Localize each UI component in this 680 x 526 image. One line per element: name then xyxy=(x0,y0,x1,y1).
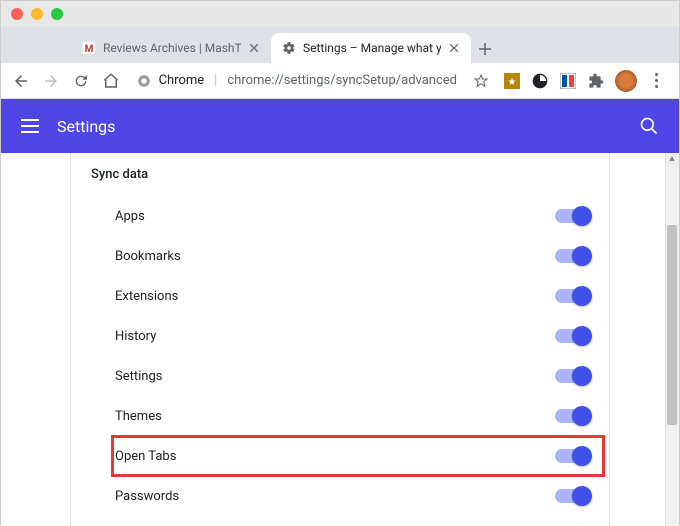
extension-icon-1[interactable]: ★ xyxy=(503,72,521,90)
sync-row-label: Bookmarks xyxy=(115,249,181,264)
extensions-puzzle-icon[interactable] xyxy=(587,72,605,90)
sync-row-label: Extensions xyxy=(115,289,178,304)
sync-row-label: Passwords xyxy=(115,489,179,504)
sync-toggle[interactable] xyxy=(555,369,589,383)
sync-row-label: Open Tabs xyxy=(115,449,176,464)
tab-title: Reviews Archives | MashTips xyxy=(103,41,241,55)
sync-toggle[interactable] xyxy=(555,209,589,223)
forward-button[interactable] xyxy=(39,69,63,93)
profile-avatar[interactable] xyxy=(615,70,637,92)
svg-text:M: M xyxy=(85,44,94,55)
address-bar[interactable]: Chrome | chrome://settings/syncSetup/adv… xyxy=(129,68,497,94)
tab-title: Settings – Manage what you s xyxy=(303,41,441,55)
new-tab-button[interactable] xyxy=(471,35,499,63)
settings-card: Sync data Apps Bookmarks Extensions History… xyxy=(70,153,610,526)
window-maximize-button[interactable] xyxy=(51,8,63,20)
sync-toggle[interactable] xyxy=(555,489,589,503)
extension-icon-2[interactable] xyxy=(531,72,549,90)
sync-row: Passwords xyxy=(71,476,609,516)
omnibox-url: chrome://settings/syncSetup/advanced xyxy=(227,73,457,88)
window-close-button[interactable] xyxy=(11,8,23,20)
omnibox-separator: | xyxy=(214,73,217,88)
extension-icon-3[interactable] xyxy=(559,72,577,90)
sync-row: Bookmarks xyxy=(71,236,609,276)
reload-button[interactable] xyxy=(69,69,93,93)
sync-toggle[interactable] xyxy=(555,329,589,343)
scrollbar-thumb[interactable] xyxy=(667,225,677,425)
tab-strip: M Reviews Archives | MashTips Settings –… xyxy=(1,27,679,63)
bookmark-star-icon[interactable] xyxy=(473,73,489,89)
browser-menu-button[interactable] xyxy=(647,72,665,90)
extension-icons: ★ xyxy=(503,70,671,92)
sync-row: Open Tabs xyxy=(71,436,609,476)
section-title: Sync data xyxy=(71,159,609,196)
sync-row-label: Apps xyxy=(115,209,145,224)
search-icon[interactable] xyxy=(639,116,659,136)
sync-row: History xyxy=(71,316,609,356)
content-area: Sync data Apps Bookmarks Extensions History… xyxy=(1,153,679,526)
tab-close-icon[interactable] xyxy=(247,41,261,55)
sync-row: Settings xyxy=(71,356,609,396)
menu-icon[interactable] xyxy=(21,119,39,133)
sync-toggle[interactable] xyxy=(555,409,589,423)
sync-row: Themes xyxy=(71,396,609,436)
sync-row: Extensions xyxy=(71,276,609,316)
sync-row: Apps xyxy=(71,196,609,236)
sync-toggle[interactable] xyxy=(555,249,589,263)
favicon-mashtips: M xyxy=(81,40,97,56)
gear-icon xyxy=(281,40,297,56)
scrollbar[interactable] xyxy=(665,153,679,526)
browser-toolbar: Chrome | chrome://settings/syncSetup/adv… xyxy=(1,63,679,99)
sync-row-label: History xyxy=(115,329,156,344)
sync-row-label: Themes xyxy=(115,409,162,424)
back-button[interactable] xyxy=(9,69,33,93)
settings-header: Settings xyxy=(1,99,679,153)
page-title: Settings xyxy=(57,117,115,136)
tab-inactive[interactable]: M Reviews Archives | MashTips xyxy=(71,33,271,63)
tab-active[interactable]: Settings – Manage what you s xyxy=(271,33,471,63)
tab-close-icon[interactable] xyxy=(447,41,461,55)
svg-text:★: ★ xyxy=(508,77,517,88)
chrome-badge-icon xyxy=(137,74,151,88)
sync-toggle[interactable] xyxy=(555,449,589,463)
home-button[interactable] xyxy=(99,69,123,93)
sync-toggle[interactable] xyxy=(555,289,589,303)
sync-row-label: Settings xyxy=(115,369,162,384)
omnibox-scheme: Chrome xyxy=(159,73,205,88)
window-minimize-button[interactable] xyxy=(31,8,43,20)
window-titlebar xyxy=(1,1,679,27)
